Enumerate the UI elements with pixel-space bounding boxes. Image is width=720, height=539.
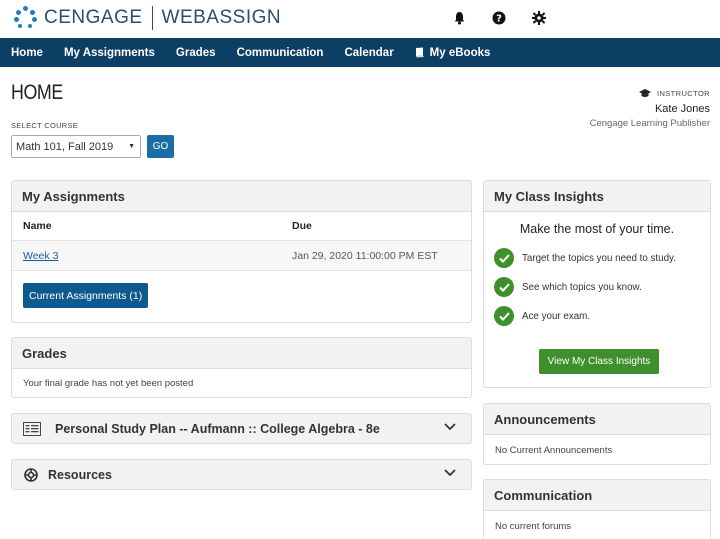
assignment-due: Jan 29, 2020 11:00:00 PM EST (292, 249, 438, 262)
main-nav: Home My Assignments Grades Communication… (0, 38, 720, 67)
resources-accordion[interactable]: Resources (11, 459, 472, 490)
chevron-down-icon (444, 423, 456, 431)
announcements-title: Announcements (484, 404, 710, 435)
communication-panel: Communication No current forums (483, 479, 711, 539)
check-icon (494, 277, 514, 297)
nav-my-assignments[interactable]: My Assignments (64, 47, 155, 59)
col-due-header: Due (292, 220, 312, 232)
current-assignments-button[interactable]: Current Assignments (1) (23, 283, 149, 308)
insight-item-text: See which topics you know. (522, 281, 642, 293)
instructor-role: INSTRUCTOR (656, 89, 710, 98)
list-item: See which topics you know. (494, 277, 710, 297)
instructor-info: INSTRUCTOR Kate Jones Cengage Learning P… (590, 89, 710, 129)
communication-message: No current forums (495, 521, 572, 532)
study-plan-icon (23, 421, 41, 436)
insight-item-text: Target the topics you need to study. (522, 252, 676, 264)
nav-calendar[interactable]: Calendar (344, 47, 393, 59)
select-course-label: SELECT COURSE (11, 121, 79, 130)
bell-icon[interactable] (450, 9, 468, 27)
list-item: Ace your exam. (494, 306, 710, 326)
nav-calendar-label: Calendar (344, 46, 394, 59)
chevron-down-icon (444, 469, 456, 477)
nav-my-assignments-label: My Assignments (63, 46, 155, 59)
caret-down-icon: ▼ (128, 143, 135, 150)
announcements-panel: Announcements No Current Announcements (483, 403, 711, 465)
help-icon[interactable]: ? (490, 9, 508, 27)
course-select-value: Math 101, Fall 2019 (16, 140, 114, 153)
grades-title: Grades (12, 338, 471, 369)
lifebuoy-icon (24, 467, 38, 482)
page-title: HOME (11, 81, 63, 104)
study-plan-title: Personal Study Plan -- Aufmann :: Colleg… (55, 421, 380, 436)
nav-communication-label: Communication (236, 46, 324, 59)
resources-title: Resources (48, 467, 112, 482)
class-insights-panel: My Class Insights Make the most of your … (483, 180, 711, 388)
nav-grades-label: Grades (175, 46, 216, 59)
insights-heading: Make the most of your time. (519, 222, 675, 236)
insight-item-text: Ace your exam. (522, 310, 591, 322)
my-assignments-title: My Assignments (12, 181, 471, 212)
nav-grades[interactable]: Grades (176, 47, 216, 59)
instructor-org: Cengage Learning Publisher (589, 118, 710, 129)
grades-message: Your final grade has not yet been posted (23, 378, 194, 389)
announcements-message: No Current Announcements (495, 445, 613, 456)
gear-icon[interactable] (530, 9, 548, 27)
grades-panel: Grades Your final grade has not yet been… (11, 337, 472, 398)
col-name-header: Name (23, 220, 52, 232)
nav-home[interactable]: Home (11, 47, 43, 59)
class-insights-title: My Class Insights (484, 181, 710, 212)
course-select[interactable]: Math 101, Fall 2019 ▼ (11, 135, 141, 158)
nav-communication[interactable]: Communication (237, 47, 324, 59)
list-item: Target the topics you need to study. (494, 248, 710, 268)
cengage-webassign-logo[interactable]: CENGAGE WEBASSIGN (14, 5, 281, 31)
cengage-logo-icon (14, 6, 38, 30)
go-button[interactable]: GO (147, 135, 174, 158)
graduation-cap-icon (638, 89, 651, 97)
view-class-insights-button[interactable]: View My Class Insights (539, 349, 659, 374)
top-header: CENGAGE WEBASSIGN ? (0, 0, 720, 38)
table-row: Week 3 Jan 29, 2020 11:00:00 PM EST (12, 241, 471, 271)
nav-home-label: Home (11, 46, 43, 59)
nav-my-ebooks[interactable]: My eBooks (415, 46, 491, 59)
check-icon (494, 306, 514, 326)
my-assignments-panel: My Assignments Name Due Week 3 Jan 29, 2… (11, 180, 472, 323)
check-icon (494, 248, 514, 268)
svg-text:?: ? (496, 14, 502, 25)
brand-name-webassign: WEBASSIGN (161, 7, 282, 28)
assignments-header-row: Name Due (12, 212, 471, 241)
assignment-link[interactable]: Week 3 (23, 250, 58, 262)
book-icon (415, 47, 424, 58)
communication-title: Communication (484, 480, 710, 511)
brand-name-cengage: CENGAGE (44, 7, 143, 28)
nav-my-ebooks-label: My eBooks (429, 46, 491, 59)
study-plan-accordion[interactable]: Personal Study Plan -- Aufmann :: Colleg… (11, 413, 472, 444)
instructor-name: Kate Jones (654, 103, 710, 115)
brand-divider (151, 6, 153, 30)
